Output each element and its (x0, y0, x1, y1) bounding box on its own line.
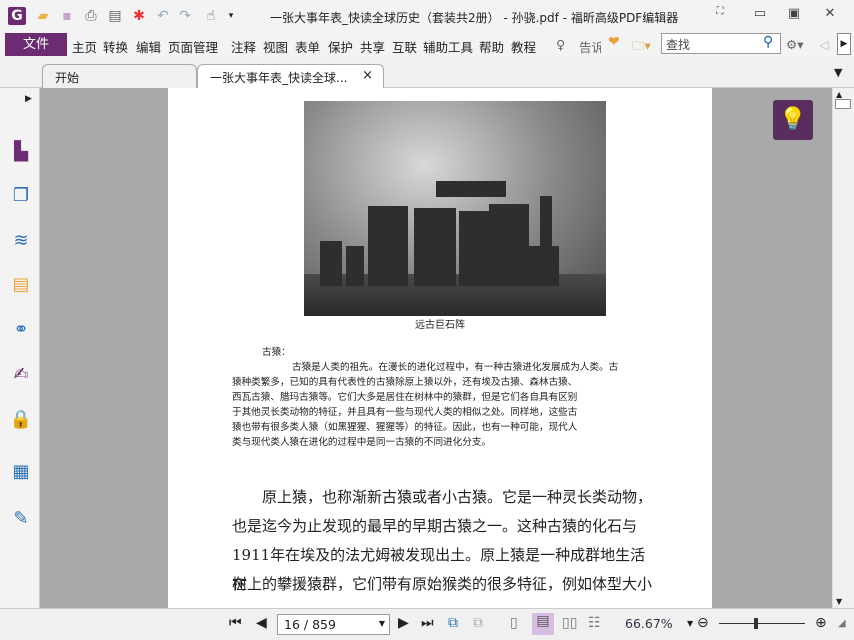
signature-icon[interactable]: ✍ (9, 363, 33, 387)
hand-tool-icon[interactable]: ☝ (202, 7, 220, 25)
close-button[interactable]: ✕ (818, 6, 842, 24)
attachment-icon[interactable]: ⚭ (9, 318, 33, 342)
next-view-icon[interactable]: ⧉ (473, 615, 483, 631)
section-heading: 古猿： (262, 347, 291, 358)
resize-grip-icon: ◢ (838, 618, 846, 629)
page-number: 16 / 859 (284, 617, 336, 632)
small-line: 猿种类繁多，已知的具有代表性的古猿除原上猿以外，还有埃及古猿、森林古猿、 (232, 377, 578, 388)
page-number-input[interactable]: 16 / 859 ▼ (277, 614, 390, 635)
redo-icon[interactable]: ↷ (176, 7, 194, 25)
small-line: 古猿是人类的祖先。在漫长的进化过程中，有一种古猿进化发展成为人类。古 (292, 362, 619, 373)
print-icon[interactable]: ⎙ (82, 7, 100, 25)
previous-view-icon[interactable]: ⧉ (448, 615, 458, 631)
scroll-thumb[interactable] (835, 99, 851, 109)
search-icon[interactable]: ⚲ (763, 34, 773, 50)
app-logo-icon: G (8, 7, 26, 25)
last-page-icon[interactable]: ⏭ (421, 615, 434, 631)
security-lock-icon[interactable]: 🔒 (9, 408, 33, 432)
small-line: 猿也带有很多类人猿（如黑猩猩、猩猩等）的特征。因此，也有一种可能，现代人 (232, 422, 578, 433)
scroll-left-icon[interactable]: ◁ (819, 37, 829, 52)
certificate-icon[interactable]: ✎ (9, 507, 33, 531)
menu-help[interactable]: 帮助 (479, 37, 504, 56)
prev-page-icon[interactable]: ◀ (256, 615, 267, 631)
page-dropdown-icon[interactable]: ▼ (379, 619, 385, 628)
zoom-dropdown-icon[interactable]: ▼ (687, 619, 693, 628)
tab-document[interactable]: 一张大事年表_快读全球... × (197, 64, 384, 88)
bookmark-icon[interactable]: ▙ (9, 140, 33, 164)
menu-accessibility[interactable]: 辅助工具 (423, 37, 473, 56)
tab-label: 一张大事年表_快读全球... (210, 71, 348, 85)
window-title: 一张大事年表_快读全球历史（套装共2册） - 孙骁.pdf - 福昕高级PDF编… (270, 11, 679, 25)
zoom-slider-handle[interactable] (754, 618, 758, 629)
menu-form[interactable]: 表单 (295, 37, 320, 56)
body-line: 原上猿，也称渐新古猿或者小古猿。它是一种灵长类动物， (262, 488, 653, 506)
menu-tutorial[interactable]: 教程 (511, 37, 536, 56)
heart-icon[interactable]: ❤ (608, 34, 620, 50)
menu-share[interactable]: 共享 (360, 37, 385, 56)
menu-home[interactable]: 主页 (72, 37, 97, 56)
new-icon[interactable]: ✱ (130, 7, 148, 25)
menu-connect[interactable]: 互联 (392, 37, 417, 56)
stonehenge-photo (304, 101, 606, 316)
vertical-scrollbar[interactable]: ▲ ▼ (832, 88, 854, 608)
facing-icon[interactable]: ▯▯ (562, 615, 577, 631)
first-page-icon[interactable]: ⏮ (229, 615, 242, 631)
small-line: 于其他灵长类动物的特征，并且具有一些与现代人类的相似之处。同样地，这些古 (232, 407, 578, 418)
comments-icon[interactable]: ▤ (9, 273, 33, 297)
zoom-level[interactable]: 66.67% (625, 616, 673, 631)
properties-icon[interactable]: ▤ (106, 7, 124, 25)
continuous-facing-icon[interactable]: ☷ (588, 615, 601, 631)
scroll-right-icon[interactable]: ▶ (837, 33, 851, 55)
customize-dropdown-icon[interactable]: ▾ (222, 7, 240, 25)
tips-lightbulb-button[interactable]: 💡 (773, 100, 813, 140)
tab-list-icon[interactable]: ▼ (834, 66, 842, 79)
expand-panel-icon[interactable]: ▶ (25, 94, 32, 104)
layers-icon[interactable]: ≋ (9, 229, 33, 253)
body-line: 树上的攀援猿群，它们带有原始猴类的很多特征，例如体型大小 (232, 575, 653, 593)
body-line: 也是迄今为止发现的最早的早期古猿之一。这种古猿的化石与 (232, 517, 638, 535)
tab-start[interactable]: 开始 (42, 64, 197, 88)
folder-search-icon[interactable]: 🗀▾ (632, 37, 651, 58)
fullscreen-icon[interactable]: ⛶ (708, 6, 732, 24)
menu-view[interactable]: 视图 (263, 37, 288, 56)
file-menu[interactable]: 文件 (5, 33, 67, 56)
undo-icon[interactable]: ↶ (154, 7, 172, 25)
tab-label: 开始 (55, 71, 80, 85)
menu-protect[interactable]: 保护 (328, 37, 353, 56)
next-page-icon[interactable]: ▶ (398, 615, 409, 631)
zoom-slider[interactable] (719, 623, 805, 624)
single-page-icon[interactable]: ▯ (510, 615, 518, 631)
save-icon[interactable]: ▪ (58, 7, 76, 25)
zoom-in-icon[interactable]: ⊕ (815, 615, 827, 631)
tell-me[interactable]: 告诉 (579, 37, 601, 56)
lightbulb-icon[interactable]: ♀ (556, 37, 565, 52)
scroll-down-icon[interactable]: ▼ (836, 597, 842, 606)
scroll-up-icon[interactable]: ▲ (836, 90, 842, 99)
menu-page-management[interactable]: 页面管理 (168, 37, 218, 56)
small-line: 西瓦古猿、腊玛古猿等。它们大多是居住在树林中的猿群，但是它们各自具有区别 (232, 392, 578, 403)
tab-close-icon[interactable]: × (362, 68, 373, 83)
maximize-button[interactable]: ▣ (782, 6, 806, 24)
form-fields-icon[interactable]: ▦ (9, 460, 33, 484)
settings-icon[interactable]: ⚙▾ (786, 37, 803, 52)
pages-icon[interactable]: ❐ (9, 184, 33, 208)
menu-convert[interactable]: 转换 (103, 37, 128, 56)
zoom-out-icon[interactable]: ⊖ (697, 615, 709, 631)
open-icon[interactable]: ▰ (34, 7, 52, 25)
photo-caption: 远古巨石阵 (415, 320, 465, 331)
minimize-button[interactable]: ▭ (748, 6, 772, 24)
continuous-page-icon[interactable]: ▤ (532, 613, 554, 635)
small-line: 类与现代类人猿在进化的过程中是同一古猿的不同进化分支。 (232, 437, 492, 448)
pdf-page: 远古巨石阵 古猿： 古猿是人类的祖先。在漫长的进化过程中，有一种古猿进化发展成为… (168, 88, 712, 608)
menu-comment[interactable]: 注释 (231, 37, 256, 56)
document-canvas[interactable]: 远古巨石阵 古猿： 古猿是人类的祖先。在漫长的进化过程中，有一种古猿进化发展成为… (40, 88, 832, 608)
menu-edit[interactable]: 编辑 (136, 37, 161, 56)
